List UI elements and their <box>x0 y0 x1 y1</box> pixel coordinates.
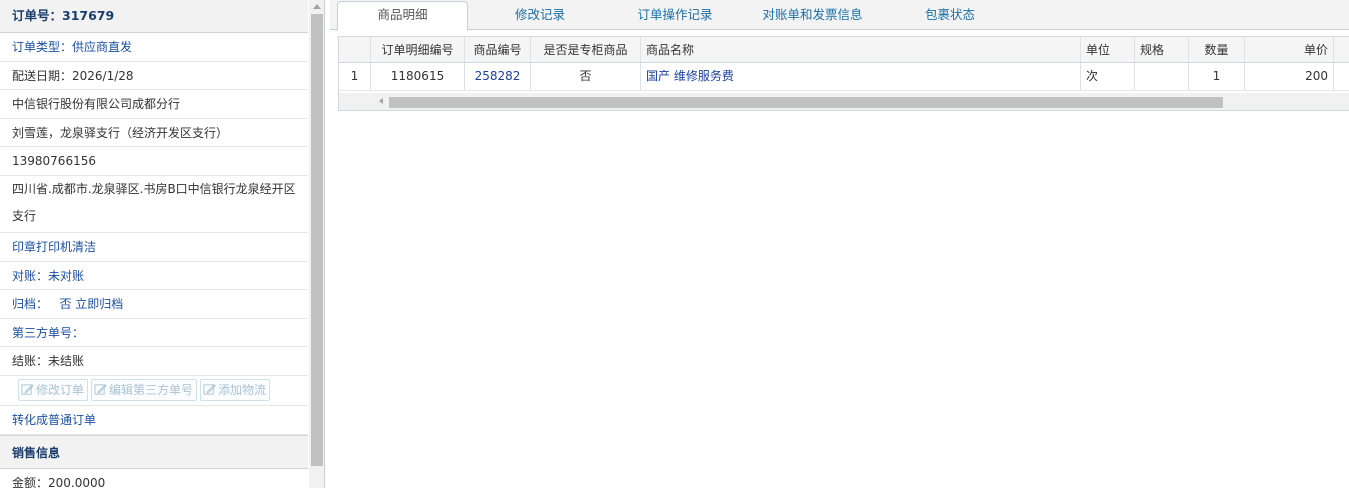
header-unit-price[interactable]: 单价 <box>1245 37 1334 62</box>
tab-modification-log[interactable]: 修改记录 <box>490 0 590 30</box>
archive-status[interactable]: 归档： 否 立即归档 <box>0 290 308 319</box>
convert-to-normal-order-link[interactable]: 转化成普通订单 <box>0 406 308 435</box>
edit-order-button[interactable]: 修改订单 <box>18 378 89 401</box>
settlement-status: 结账：未结账 <box>0 347 308 376</box>
order-detail-page: 订单号：317679 订单类型：供应商直发 配送日期：2026/1/28 中信银… <box>0 0 1349 488</box>
add-logistics-button[interactable]: 添加物流 <box>200 378 271 401</box>
edit-icon <box>94 384 107 395</box>
scroll-left-arrow-icon[interactable] <box>379 98 383 104</box>
product-grid: 订单明细编号 商品编号 是否是专柜商品 商品名称 单位 规格 数量 单价 1 1… <box>338 36 1349 111</box>
cell-product-name-link[interactable]: 国产 维修服务费 <box>641 63 1081 90</box>
order-info-panel: 订单号：317679 订单类型：供应商直发 配送日期：2026/1/28 中信银… <box>0 0 325 488</box>
horizontal-scrollbar-thumb[interactable] <box>389 97 1223 108</box>
scrollbar-thumb[interactable] <box>311 14 323 466</box>
sales-amount: 金额：200.0000 <box>0 469 308 488</box>
header-spec[interactable]: 规格 <box>1135 37 1189 62</box>
scroll-up-arrow-icon[interactable] <box>313 4 321 9</box>
row-number: 1 <box>339 63 371 90</box>
tab-statement-invoice[interactable]: 对账单和发票信息 <box>750 0 875 30</box>
edit-icon <box>203 384 216 395</box>
third-party-number: 第三方单号： <box>0 319 308 348</box>
header-product-name[interactable]: 商品名称 <box>641 37 1081 62</box>
edit-third-party-button[interactable]: 编辑第三方单号 <box>91 378 198 401</box>
table-row[interactable]: 1 1180615 258282 否 国产 维修服务费 次 1 200 <box>339 63 1349 91</box>
order-number-header: 订单号：317679 <box>0 0 308 33</box>
header-detail-id[interactable]: 订单明细编号 <box>371 37 465 62</box>
tab-package-status[interactable]: 包裹状态 <box>905 0 995 30</box>
tab-order-operation-log[interactable]: 订单操作记录 <box>620 0 730 30</box>
header-quantity[interactable]: 数量 <box>1189 37 1245 62</box>
edit-third-party-label: 编辑第三方单号 <box>109 382 194 397</box>
cell-spec <box>1135 63 1189 90</box>
grid-header: 订单明细编号 商品编号 是否是专柜商品 商品名称 单位 规格 数量 单价 <box>339 37 1349 63</box>
contact-info: 刘雪莲，龙泉驿支行（经济开发区支行） <box>0 119 308 148</box>
header-product-code[interactable]: 商品编号 <box>465 37 531 62</box>
edit-icon <box>21 384 34 395</box>
reconcile-status: 对账：未对账 <box>0 262 308 291</box>
product-summary: 印章打印机清洁 <box>0 233 308 262</box>
cell-quantity: 1 <box>1189 63 1245 90</box>
cell-detail-id: 1180615 <box>371 63 465 90</box>
delivery-date: 配送日期：2026/1/28 <box>0 62 308 91</box>
order-info-content: 订单号：317679 订单类型：供应商直发 配送日期：2026/1/28 中信银… <box>0 0 308 488</box>
detail-panel: 商品明细 修改记录 订单操作记录 对账单和发票信息 包裹状态 订单明细编号 商品… <box>330 0 1349 488</box>
tab-product-details[interactable]: 商品明细 <box>337 1 468 31</box>
header-counter-product[interactable]: 是否是专柜商品 <box>531 37 641 62</box>
sales-info-header: 销售信息 <box>0 434 308 469</box>
cell-unit: 次 <box>1081 63 1135 90</box>
cell-counter-product: 否 <box>531 63 641 90</box>
grid-horizontal-scrollbar[interactable] <box>339 93 1349 110</box>
edit-order-label: 修改订单 <box>36 382 85 397</box>
cell-product-code-link[interactable]: 258282 <box>465 63 531 90</box>
add-logistics-label: 添加物流 <box>218 382 267 397</box>
company-name: 中信银行股份有限公司成都分行 <box>0 90 308 119</box>
detail-tabs: 商品明细 修改记录 订单操作记录 对账单和发票信息 包裹状态 <box>330 0 1349 31</box>
order-type: 订单类型：供应商直发 <box>0 33 308 62</box>
left-panel-scrollbar[interactable] <box>309 0 324 488</box>
delivery-address: 四川省.成都市.龙泉驿区.书房B口中信银行龙泉经开区支行 <box>0 176 308 233</box>
cell-unit-price: 200 <box>1245 63 1334 90</box>
phone-number: 13980766156 <box>0 147 308 176</box>
header-unit[interactable]: 单位 <box>1081 37 1135 62</box>
order-action-buttons: 修改订单 编辑第三方单号 添加物流 <box>0 376 308 406</box>
header-rownum <box>339 37 371 62</box>
